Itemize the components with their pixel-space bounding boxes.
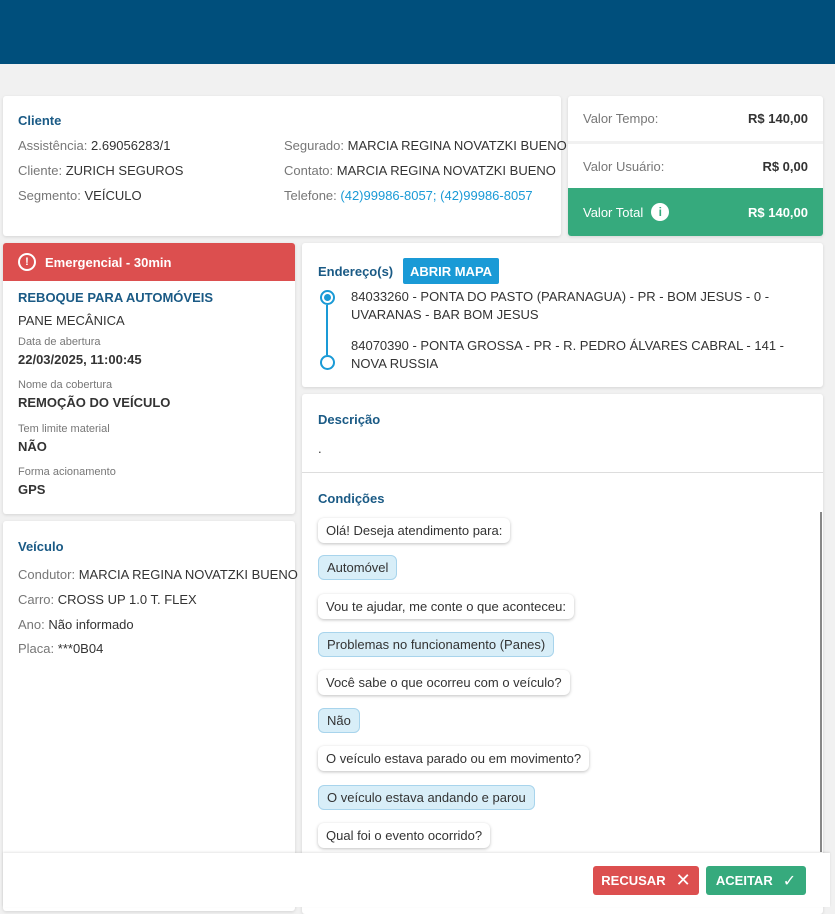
segmento-value: VEÍCULO bbox=[84, 188, 142, 203]
valor-total-label: Valor Total bbox=[583, 204, 644, 220]
ano-value: Não informado bbox=[48, 617, 134, 632]
limite-value: NÃO bbox=[18, 439, 47, 454]
accept-button[interactable]: ACEITAR ✓ bbox=[706, 866, 806, 895]
valor-usuario-value: R$ 0,00 bbox=[762, 158, 808, 174]
reject-button[interactable]: RECUSAR ✕ bbox=[593, 866, 699, 895]
check-icon: ✓ bbox=[782, 872, 797, 890]
placa-label: Placa: bbox=[18, 641, 55, 656]
cliente-value: ZURICH SEGUROS bbox=[65, 163, 184, 178]
destination-address: 84070390 - PONTA GROSSA - PR - R. PEDRO … bbox=[351, 338, 785, 371]
telefone-label: Telefone: bbox=[284, 188, 337, 203]
info-icon[interactable]: i bbox=[651, 203, 670, 221]
forma-label: Forma acionamento bbox=[18, 466, 116, 478]
telefone-link[interactable]: (42)99986-8057; (42)99986-8057 bbox=[340, 188, 532, 203]
chat-answer: Problemas no funcionamento (Panes) bbox=[318, 632, 555, 657]
open-map-button[interactable]: ABRIR MAPA bbox=[403, 258, 499, 284]
chat-question: Qual foi o evento ocorrido? bbox=[318, 823, 491, 848]
values-card: Valor Tempo: R$ 140,00 Valor Usuário: R$ 0… bbox=[568, 96, 823, 236]
route-destination-icon bbox=[320, 355, 335, 370]
chat-question: Você sabe o que ocorreu com o veículo? bbox=[318, 670, 570, 695]
assistencia-value: 2.69056283/1 bbox=[91, 138, 171, 153]
valor-total-value: R$ 140,00 bbox=[748, 204, 808, 220]
contato-value: MARCIA REGINA NOVATZKI BUENO bbox=[336, 163, 556, 178]
service-card: ! Emergencial - 30min REBOQUE PARA AUTOM… bbox=[3, 243, 295, 514]
condutor-label: Condutor: bbox=[18, 567, 76, 582]
route-origin-icon bbox=[320, 290, 335, 305]
carro-label: Carro: bbox=[18, 592, 55, 607]
contato-label: Contato: bbox=[284, 163, 334, 178]
description-title: Descrição bbox=[318, 412, 381, 427]
reject-label: RECUSAR bbox=[601, 873, 666, 888]
ano-label: Ano: bbox=[18, 617, 45, 632]
emergency-label: Emergencial - 30min bbox=[45, 254, 172, 270]
chat-answer: O veículo estava andando e parou bbox=[318, 785, 535, 810]
service-type: REBOQUE PARA AUTOMÓVEIS bbox=[18, 290, 214, 305]
carro-value: CROSS UP 1.0 T. FLEX bbox=[57, 592, 197, 607]
segurado-value: MARCIA REGINA NOVATZKI BUENO bbox=[347, 138, 567, 153]
chat-question: O veículo estava parado ou em movimento? bbox=[318, 746, 590, 771]
divider bbox=[302, 472, 823, 473]
segurado-label: Segurado: bbox=[284, 138, 344, 153]
data-label: Data de abertura bbox=[18, 336, 101, 348]
valor-tempo-label: Valor Tempo: bbox=[583, 111, 659, 126]
condutor-value: MARCIA REGINA NOVATZKI BUENO bbox=[78, 567, 298, 582]
chat-answer: Automóvel bbox=[318, 555, 398, 580]
chat-question: Olá! Deseja atendimento para: bbox=[318, 518, 511, 543]
alert-icon: ! bbox=[18, 253, 36, 271]
conditions-title: Condições bbox=[318, 491, 385, 506]
description-text: . bbox=[318, 441, 322, 456]
address-title: Endereço(s) bbox=[318, 264, 394, 279]
valor-total-row: Valor Total i R$ 140,00 bbox=[568, 188, 823, 236]
origin-address: 84033260 - PONTA DO PASTO (PARANAGUA) - … bbox=[351, 289, 770, 322]
accept-label: ACEITAR bbox=[715, 873, 773, 888]
limite-label: Tem limite material bbox=[18, 423, 110, 435]
route-line bbox=[326, 305, 328, 355]
data-value: 22/03/2025, 11:00:45 bbox=[18, 352, 142, 367]
cobertura-value: REMOÇÃO DO VEÍCULO bbox=[18, 395, 171, 410]
forma-value: GPS bbox=[18, 482, 46, 497]
conditions-scrollbar[interactable] bbox=[820, 512, 822, 852]
emergency-badge: ! Emergencial - 30min bbox=[3, 243, 295, 281]
chat-answer: Não bbox=[318, 708, 360, 733]
address-card: Endereço(s) ABRIR MAPA 84033260 - PONTA … bbox=[302, 243, 823, 387]
valor-tempo-value: R$ 140,00 bbox=[748, 111, 808, 126]
cliente-label: Cliente: bbox=[18, 163, 63, 178]
top-header-bar bbox=[0, 0, 835, 64]
placa-value: ***0B04 bbox=[57, 641, 104, 656]
problem-type: PANE MECÂNICA bbox=[18, 313, 125, 328]
valor-usuario-label: Valor Usuário: bbox=[583, 158, 665, 174]
segmento-label: Segmento: bbox=[18, 188, 81, 203]
assistencia-label: Assistência: bbox=[18, 138, 88, 153]
close-icon: ✕ bbox=[675, 870, 691, 890]
cobertura-label: Nome da cobertura bbox=[18, 379, 113, 391]
chat-question: Vou te ajudar, me conte o que aconteceu: bbox=[318, 594, 574, 619]
client-title: Cliente bbox=[18, 113, 62, 128]
client-card: Cliente Assistência: 2.69056283/1 Client… bbox=[3, 96, 567, 236]
vehicle-title: Veículo bbox=[18, 539, 64, 554]
